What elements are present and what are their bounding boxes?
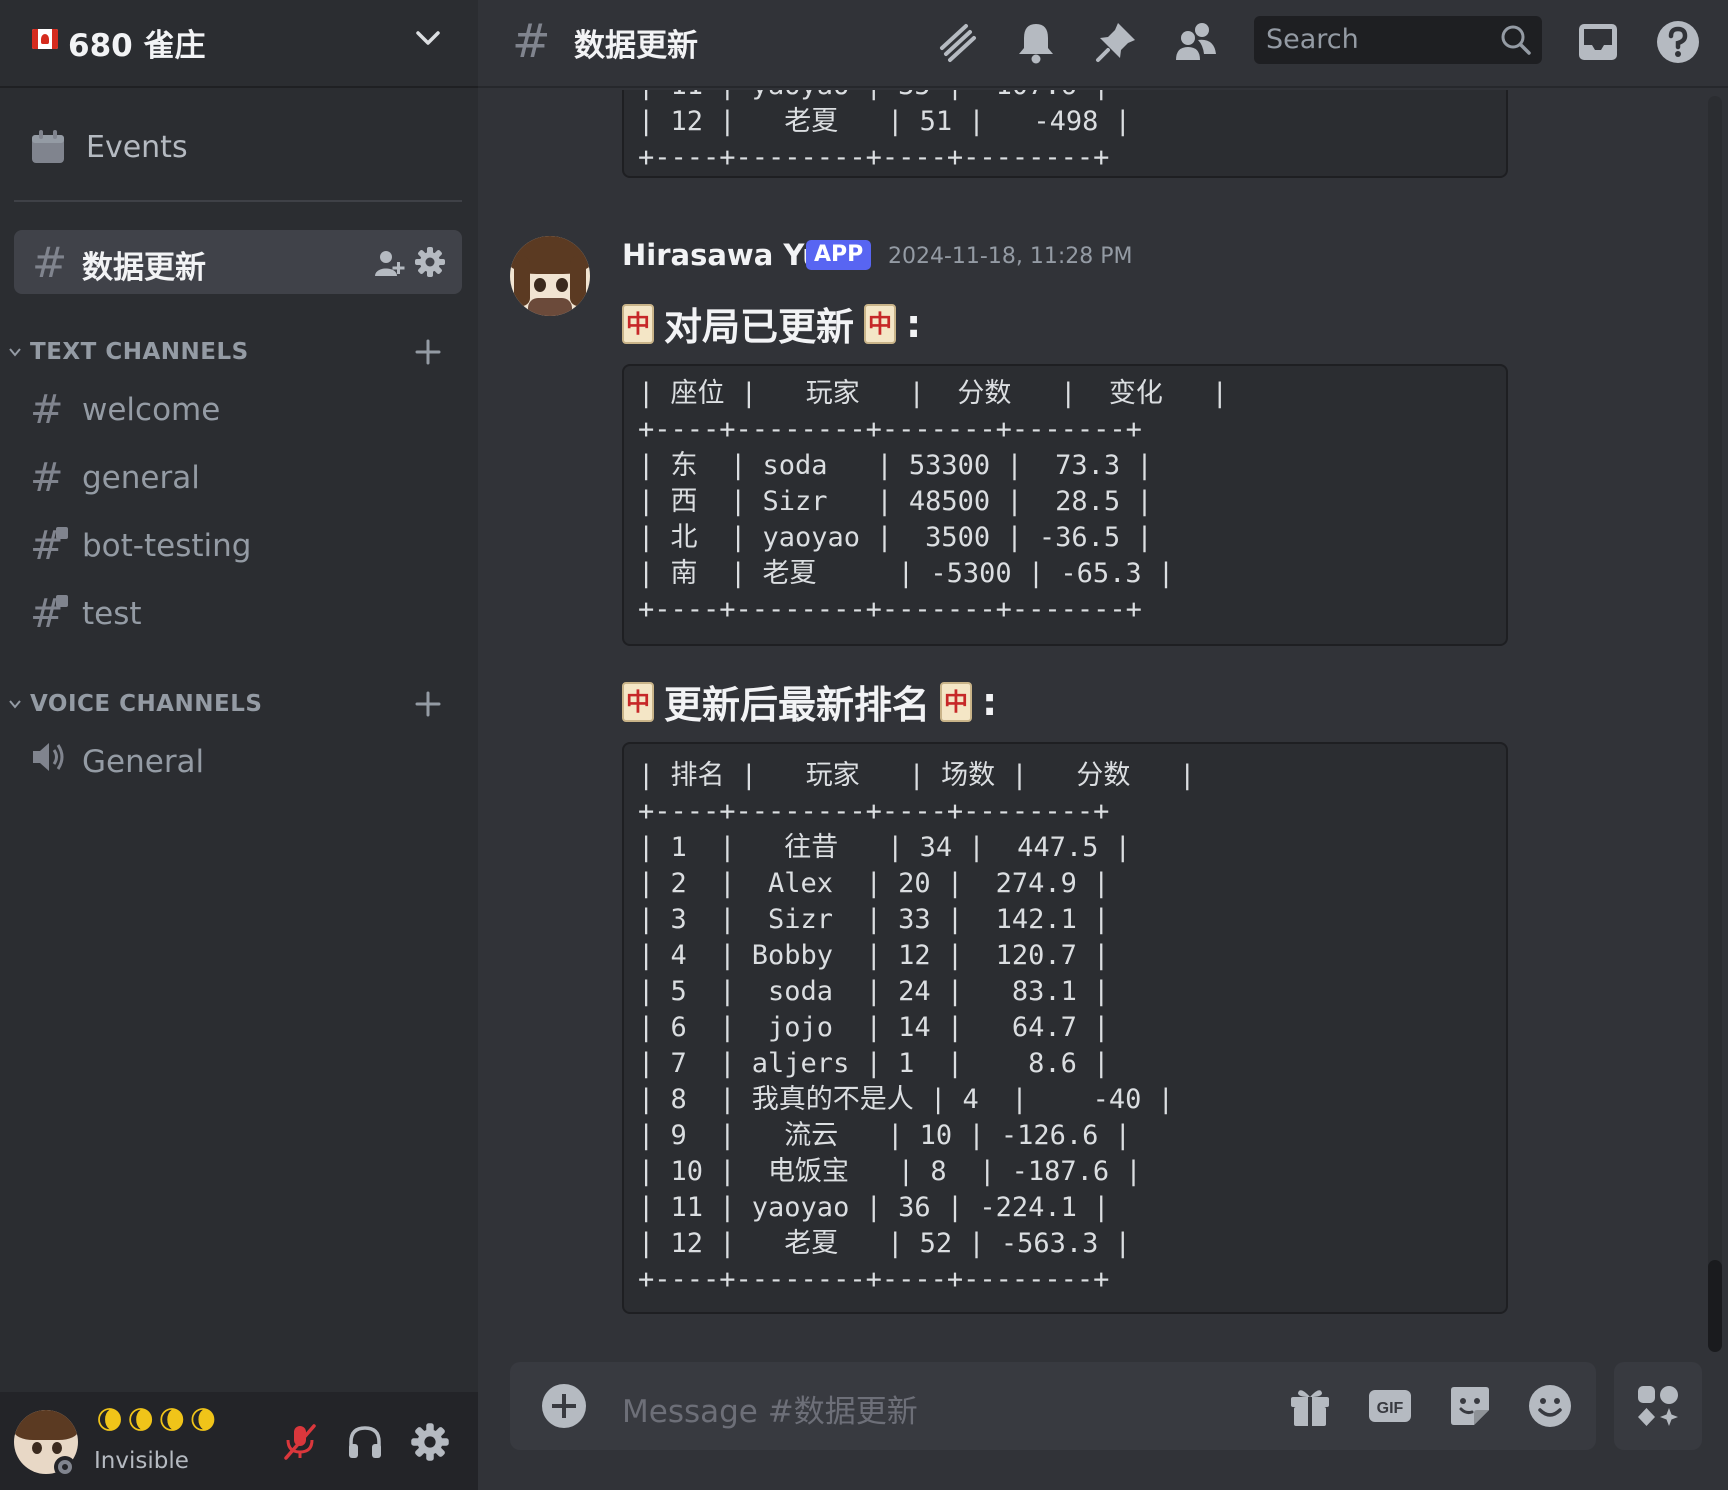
heading-colon: : <box>982 679 998 724</box>
speaker-icon <box>30 739 74 785</box>
search-placeholder: Search <box>1266 24 1359 55</box>
search-input[interactable]: Search <box>1254 16 1542 64</box>
events-item[interactable]: Events <box>30 122 188 172</box>
sidebar-divider <box>14 200 462 202</box>
hash-icon: # <box>512 14 551 68</box>
bell-icon[interactable] <box>1012 18 1060 66</box>
app-badge: APP <box>806 240 872 270</box>
gear-icon[interactable] <box>414 246 446 278</box>
upload-plus-icon[interactable] <box>542 1384 586 1428</box>
ranking-table: | 排名 | 玩家 | 场数 | 分数 | +----+--------+---… <box>638 760 1196 1295</box>
canada-flag-icon <box>32 29 58 49</box>
voice-channels-category[interactable]: VOICE CHANNELS <box>8 689 262 719</box>
search-icon <box>1501 25 1531 55</box>
heading-text: 对局已更新 <box>664 305 855 349</box>
emoji-icon[interactable] <box>1526 1382 1574 1430</box>
chevron-down-icon <box>9 700 21 709</box>
sidebar-item-active-channel[interactable]: # 数据更新 <box>14 230 462 294</box>
chevron-down-icon <box>9 348 21 357</box>
message-heading-updated: 中 对局已更新 中 : <box>622 296 921 351</box>
apps-icon <box>1638 1386 1678 1426</box>
heading-text: 更新后最新排名 <box>664 683 931 727</box>
help-icon[interactable] <box>1654 18 1702 66</box>
message-timestamp: 2024-11-18, 11:28 PM <box>888 244 1133 269</box>
channel-label: bot-testing <box>82 528 252 564</box>
sidebar-item-welcome[interactable]: # welcome <box>14 380 462 440</box>
pin-icon[interactable] <box>1092 18 1140 66</box>
channel-label: welcome <box>82 392 221 428</box>
events-label: Events <box>86 129 188 165</box>
custom-status: 🌘🌘🌘🌘 <box>96 1406 221 1436</box>
mahjong-tile-icon: 中 <box>864 303 897 344</box>
mute-mic-icon[interactable] <box>280 1422 320 1462</box>
calendar-icon <box>32 130 64 163</box>
category-label: VOICE CHANNELS <box>30 691 263 717</box>
apps-button[interactable] <box>1614 1362 1702 1450</box>
sticker-icon[interactable] <box>1446 1382 1494 1430</box>
mahjong-tile-icon: 中 <box>622 681 654 722</box>
match-result-table: | 座位 | 玩家 | 分数 | 变化 | +----+--------+---… <box>638 378 1228 625</box>
author-avatar[interactable] <box>510 236 590 316</box>
channel-header: # 数据更新 Search <box>478 0 1728 88</box>
message-composer[interactable]: Message #数据更新 GIF <box>510 1362 1596 1450</box>
channel-sidebar: 680 雀庄 Events # 数据更新 TEXT CHANNELS # wel… <box>0 0 478 1490</box>
threads-icon[interactable] <box>932 18 980 66</box>
heading-colon: : <box>906 301 922 346</box>
user-status-label: Invisible <box>94 1448 189 1474</box>
text-channels-category[interactable]: TEXT CHANNELS <box>8 337 249 367</box>
scrollbar-track[interactable] <box>1708 96 1722 1336</box>
previous-table-tail: | 11 | yaoyao | 35 | 107.6 | | 12 | 老夏 |… <box>638 90 1131 173</box>
scrollbar-thumb[interactable] <box>1708 1260 1722 1352</box>
svg-text:GIF: GIF <box>1377 1400 1404 1417</box>
channel-label: test <box>82 596 142 632</box>
member-list-icon[interactable] <box>1172 18 1220 66</box>
channel-label: general <box>82 460 200 496</box>
message-input[interactable]: Message #数据更新 <box>622 1386 918 1431</box>
invisible-status-icon <box>54 1456 76 1478</box>
sidebar-item-bot-testing[interactable]: # bot-testing <box>14 516 462 576</box>
sidebar-item-general[interactable]: # general <box>14 448 462 508</box>
headphones-icon[interactable] <box>345 1422 385 1462</box>
locked-hash-icon: # <box>30 523 74 569</box>
inbox-icon[interactable] <box>1574 18 1622 66</box>
add-text-channel-icon[interactable] <box>414 338 442 366</box>
server-name: 680 雀庄 <box>68 28 206 64</box>
message-heading-ranking: 中 更新后最新排名 中 : <box>622 674 997 729</box>
gift-icon[interactable] <box>1286 1382 1334 1430</box>
hash-icon: # <box>30 455 64 501</box>
sidebar-item-voice-general[interactable]: General <box>14 732 462 792</box>
locked-hash-icon: # <box>30 591 74 637</box>
mahjong-tile-icon: 中 <box>940 681 973 722</box>
hash-icon: # <box>30 387 64 433</box>
hash-icon: # <box>32 238 68 287</box>
channel-label: General <box>82 744 205 780</box>
match-result-code-block: | 座位 | 玩家 | 分数 | 变化 | +----+--------+---… <box>622 364 1508 646</box>
ranking-code-block: | 排名 | 玩家 | 场数 | 分数 | +----+--------+---… <box>622 742 1508 1314</box>
message-author[interactable]: Hirasawa Yui <box>622 238 833 272</box>
invite-member-icon[interactable] <box>374 248 406 278</box>
user-panel: 🌘🌘🌘🌘 Invisible <box>0 1392 478 1490</box>
gif-icon[interactable]: GIF <box>1366 1382 1414 1430</box>
message-list: | 11 | yaoyao | 35 | 107.6 | | 12 | 老夏 |… <box>478 90 1728 1330</box>
server-header[interactable]: 680 雀庄 <box>0 0 478 88</box>
previous-code-block: | 11 | yaoyao | 35 | 107.6 | | 12 | 老夏 |… <box>622 90 1508 178</box>
user-settings-gear-icon[interactable] <box>410 1422 450 1462</box>
channel-label: 数据更新 <box>82 250 206 286</box>
sidebar-item-test[interactable]: # test <box>14 584 462 644</box>
channel-title: 数据更新 <box>574 28 698 64</box>
add-voice-channel-icon[interactable] <box>414 690 442 718</box>
mahjong-tile-icon: 中 <box>622 303 654 344</box>
category-label: TEXT CHANNELS <box>30 339 249 365</box>
chevron-down-icon[interactable] <box>412 22 444 54</box>
